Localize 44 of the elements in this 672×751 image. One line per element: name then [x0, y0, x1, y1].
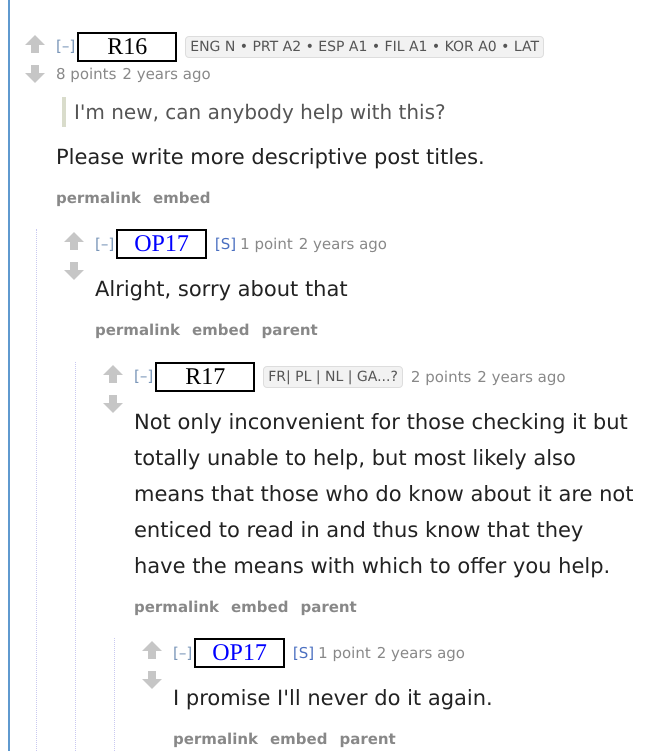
- comment-link[interactable]: embed: [231, 596, 288, 618]
- collapse-toggle[interactable]: [–]: [95, 234, 114, 252]
- comment-body: I promise I'll never do it again.: [173, 685, 494, 712]
- username[interactable]: R16: [77, 32, 178, 62]
- comment-link[interactable]: permalink: [95, 319, 180, 342]
- comment-link[interactable]: embed: [192, 319, 250, 342]
- comment-link[interactable]: parent: [300, 596, 357, 618]
- comment-link[interactable]: permalink: [134, 596, 219, 618]
- collapse-toggle[interactable]: [–]: [134, 367, 154, 385]
- comment-score: 8 points: [56, 64, 116, 83]
- comment-link[interactable]: permalink: [56, 186, 141, 210]
- comment-body: Please write more descriptive post titles.: [56, 144, 486, 171]
- comment-score: 1 point: [318, 644, 371, 662]
- comment-score: 2 points: [410, 368, 472, 386]
- comment-time: 2 years ago: [122, 64, 211, 83]
- comment-link[interactable]: parent: [261, 319, 318, 342]
- comment-time: 2 years ago: [376, 644, 465, 662]
- upvote-arrow-icon[interactable]: [141, 640, 163, 660]
- username[interactable]: OP17: [116, 229, 207, 260]
- upvote-arrow-icon[interactable]: [24, 34, 46, 54]
- user-flair: FR| PL | NL | GA...?: [263, 366, 403, 388]
- comment-time: 2 years ago: [298, 235, 387, 254]
- submitter-tag[interactable]: [S]: [214, 235, 236, 254]
- comment-body: Not only inconvenient for those checking it but totally unable to help, but most likely also means that those who do know about it are not enticed to read in and thus know that they have the means with which to offer you help.: [134, 408, 634, 580]
- submitter-tag[interactable]: [S]: [292, 644, 314, 662]
- comment-link[interactable]: permalink: [173, 728, 258, 751]
- collapse-toggle[interactable]: [–]: [56, 37, 76, 56]
- downvote-arrow-icon[interactable]: [63, 261, 85, 282]
- downvote-arrow-icon[interactable]: [141, 670, 163, 690]
- collapse-toggle[interactable]: [–]: [173, 644, 192, 662]
- comment-score: 1 point: [240, 235, 293, 254]
- upvote-arrow-icon[interactable]: [102, 364, 124, 384]
- block-quote: I'm new, can anybody help with this?: [62, 96, 660, 127]
- downvote-arrow-icon[interactable]: [102, 394, 124, 414]
- user-flair: ENG N • PRT A2 • ESP A1 • FIL A1 • KOR A0 • LAT: [185, 36, 544, 58]
- username[interactable]: R17: [155, 362, 256, 392]
- comment-link[interactable]: embed: [270, 728, 328, 751]
- comment-body: Alright, sorry about that: [95, 276, 349, 304]
- comment-link[interactable]: parent: [339, 728, 396, 751]
- username[interactable]: OP17: [194, 638, 285, 668]
- upvote-arrow-icon[interactable]: [63, 231, 85, 252]
- downvote-arrow-icon[interactable]: [24, 64, 46, 84]
- comment-time: 2 years ago: [477, 368, 566, 386]
- comment-link[interactable]: embed: [153, 186, 210, 210]
